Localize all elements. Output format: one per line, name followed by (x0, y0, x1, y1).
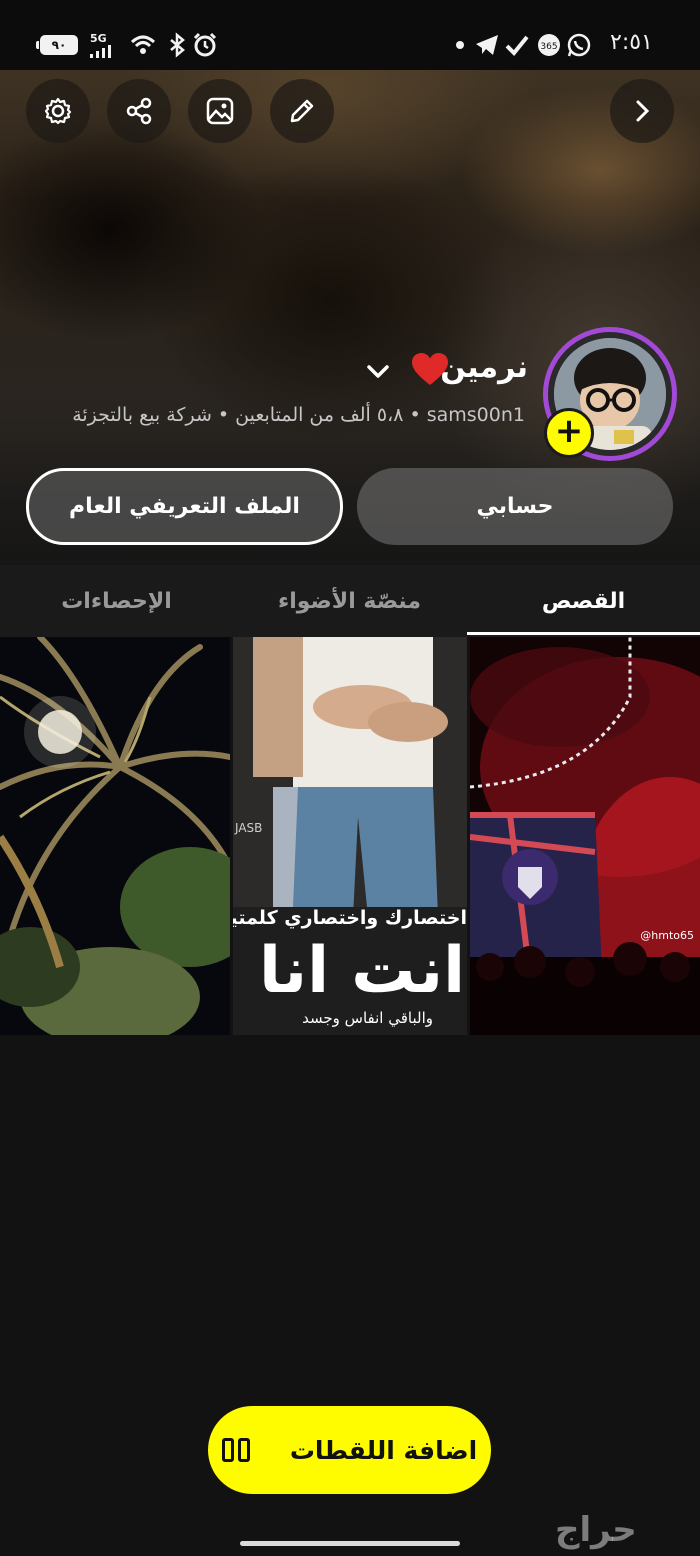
public-profile-button[interactable]: الملف التعريفي العام (26, 468, 343, 545)
settings-icon (44, 97, 72, 125)
tab-stories[interactable]: القصص (467, 589, 700, 614)
home-indicator[interactable] (240, 1541, 460, 1546)
alarm-icon (193, 32, 217, 57)
status-bar: ٩٠ 5G ٢:٥١ 365 (0, 0, 700, 70)
stadium-image (470, 637, 700, 1035)
palm-night-image (0, 637, 230, 1035)
battery-icon: ٩٠ (36, 35, 78, 55)
dot-icon (456, 41, 464, 49)
tiktok-handle: @hmto65 (640, 929, 694, 942)
profile-tabs: القصص منصّة الأضواء الإحصاءات (0, 565, 700, 637)
svg-text:365: 365 (540, 42, 557, 52)
background-image-button[interactable] (188, 79, 252, 143)
story-tile-stadium[interactable]: @hmto65 (470, 637, 700, 1035)
story-tile-palms[interactable] (0, 637, 230, 1035)
chevron-down-icon[interactable] (362, 356, 394, 388)
settings-button[interactable] (26, 79, 90, 143)
chevron-right-icon (636, 100, 650, 122)
signal-icon (90, 45, 111, 58)
share-icon (126, 97, 152, 125)
snaps-icon (221, 1438, 250, 1462)
image-icon (206, 97, 234, 125)
whatsapp-icon (567, 33, 591, 57)
heart-icon (412, 353, 448, 385)
check-icon (505, 35, 529, 56)
profile-subtitle: sams00n1 • ٥،٨ ألف من المتابعين • شركة ب… (72, 404, 525, 426)
active-tab-indicator (467, 632, 700, 635)
tab-insights[interactable]: الإحصاءات (0, 589, 233, 614)
quote-line-3: والباقي انفاس وجسد (302, 1009, 433, 1027)
watermark-logo: حراج (555, 1510, 637, 1550)
story-tile-quote[interactable]: اختصارك واختصاري كلمتين : انت انا والباق… (233, 637, 467, 1035)
quote-big-text: انت انا (259, 934, 465, 1008)
edit-profile-button[interactable] (270, 79, 334, 143)
profile-name: نرمين (440, 350, 528, 385)
status-time: ٢:٥١ (610, 30, 653, 55)
bluetooth-icon (170, 32, 185, 58)
quote-watermark: JASB (235, 821, 263, 835)
tab-spotlight[interactable]: منصّة الأضواء (233, 589, 466, 614)
share-button[interactable] (107, 79, 171, 143)
quote-line-1: اختصارك واختصاري كلمتين : (233, 907, 467, 929)
telegram-icon (476, 35, 498, 55)
add-story-button[interactable]: + (544, 408, 594, 458)
app-notification-icon: 365 (538, 34, 560, 56)
pencil-icon (290, 99, 314, 123)
my-account-button[interactable]: حسابي (357, 468, 673, 545)
add-snaps-label: اضافة اللقطات (289, 1435, 478, 1465)
add-snaps-button[interactable]: اضافة اللقطات (208, 1406, 491, 1494)
forward-button[interactable] (610, 79, 674, 143)
wifi-icon (130, 35, 156, 54)
